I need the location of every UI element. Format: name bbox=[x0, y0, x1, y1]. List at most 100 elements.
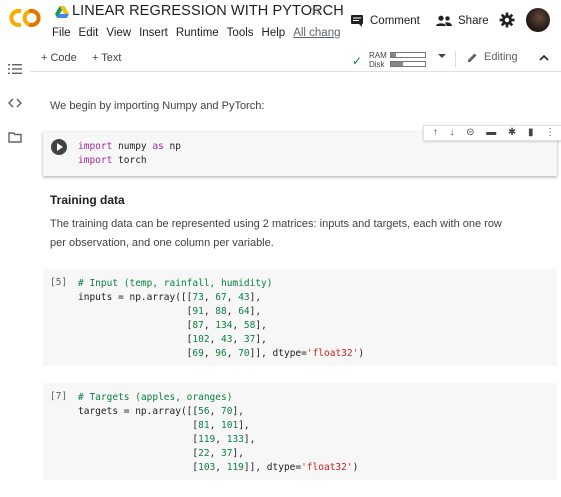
code-number: 101 bbox=[221, 420, 239, 431]
code-keyword: import bbox=[78, 155, 113, 166]
editing-mode-button[interactable]: Editing bbox=[467, 51, 518, 63]
disk-label: Disk bbox=[369, 60, 385, 69]
pencil-icon bbox=[468, 53, 477, 62]
inputs-code-cell[interactable]: [5] # Input (temp, rainfall, humidity) i… bbox=[43, 269, 557, 366]
targets-code-cell[interactable]: [7] # Targets (apples, oranges) targets … bbox=[43, 383, 557, 480]
save-status-link[interactable]: All changes saved bbox=[293, 26, 340, 42]
code-number: 73 bbox=[192, 292, 204, 303]
comment-button[interactable]: Comment bbox=[350, 12, 420, 30]
people-icon bbox=[436, 15, 452, 26]
code-number: 64 bbox=[238, 306, 250, 317]
code-keyword: import bbox=[78, 141, 113, 152]
code-number: 69 bbox=[192, 348, 204, 359]
folder-icon[interactable] bbox=[8, 130, 22, 144]
code-number: 119 bbox=[198, 434, 216, 445]
import-code-cell[interactable]: import numpy as np import torch ↑ ↓ ⊝ ▬ … bbox=[43, 125, 561, 176]
code-comment: # Targets (apples, oranges) bbox=[78, 392, 233, 403]
code-number: 102 bbox=[192, 334, 210, 345]
code-number: 22 bbox=[198, 448, 210, 459]
code-number: 70 bbox=[238, 348, 250, 359]
code-number: 87 bbox=[192, 320, 204, 331]
code-number: 37 bbox=[221, 448, 233, 459]
run-cell-button[interactable] bbox=[51, 139, 67, 155]
training-text-line: The training data can be represented usi… bbox=[50, 218, 502, 230]
code-number: 37 bbox=[243, 334, 256, 345]
code-number: 88 bbox=[215, 306, 227, 317]
code-number: 70 bbox=[221, 406, 233, 417]
code-number: 103 bbox=[198, 462, 216, 473]
code-number: 119 bbox=[226, 462, 244, 473]
star-icon[interactable]: ☆ bbox=[309, 2, 322, 20]
disk-usage-bar bbox=[390, 61, 426, 67]
resources-indicator[interactable]: ✓ RAM Disk bbox=[352, 49, 432, 71]
link-icon[interactable]: ⊝ bbox=[466, 126, 474, 140]
delete-icon[interactable]: ▮ bbox=[528, 126, 534, 140]
editing-label: Editing bbox=[484, 51, 518, 63]
code-number: 43 bbox=[221, 334, 233, 345]
share-label: Share bbox=[458, 15, 489, 27]
code-keyword: as bbox=[152, 141, 164, 152]
notebook-title[interactable]: LINEAR REGRESSION WITH PYTORCH bbox=[72, 3, 344, 19]
menu-insert[interactable]: Insert bbox=[139, 26, 168, 42]
menu-view[interactable]: View bbox=[106, 26, 131, 42]
code-alias: np bbox=[163, 141, 181, 152]
code-number: 134 bbox=[215, 320, 233, 331]
menu-tools[interactable]: Tools bbox=[227, 26, 254, 42]
comment-icon[interactable]: ▬ bbox=[486, 126, 496, 140]
comment-label: Comment bbox=[370, 15, 420, 27]
code-number: 43 bbox=[238, 292, 250, 303]
chevron-up-icon[interactable] bbox=[539, 54, 549, 61]
code-number: 58 bbox=[243, 320, 256, 331]
code-number: 133 bbox=[226, 434, 244, 445]
app-header: LINEAR REGRESSION WITH PYTORCH ☆ File Ed… bbox=[0, 0, 561, 46]
left-rail bbox=[0, 46, 30, 497]
menu-file[interactable]: File bbox=[52, 26, 71, 42]
inputs-code[interactable]: # Input (temp, rainfall, humidity) input… bbox=[78, 277, 364, 361]
check-icon: ✓ bbox=[352, 54, 363, 68]
code-number: 91 bbox=[192, 306, 204, 317]
ram-usage-bar bbox=[390, 52, 426, 58]
execution-count: [7] bbox=[50, 391, 68, 402]
code-number: 81 bbox=[198, 420, 210, 431]
intro-text-cell[interactable]: We begin by importing Numpy and PyTorch: bbox=[50, 97, 264, 116]
targets-code[interactable]: # Targets (apples, oranges) targets = np… bbox=[78, 391, 358, 475]
notebook-toolbar: + Code + Text ✓ RAM Disk Editing bbox=[30, 46, 561, 72]
code-number: 96 bbox=[215, 348, 227, 359]
code-number: 56 bbox=[198, 406, 210, 417]
menu-bar: File Edit View Insert Runtime Tools Help… bbox=[52, 26, 340, 42]
share-button[interactable]: Share bbox=[436, 12, 489, 30]
code-snippets-icon[interactable] bbox=[8, 96, 22, 110]
more-vert-icon[interactable]: ⋮ bbox=[545, 126, 555, 140]
execution-count: [5] bbox=[50, 277, 68, 288]
training-data-heading: Training data bbox=[50, 193, 125, 207]
training-text-line: per observation, and one column per vari… bbox=[50, 237, 274, 249]
colab-logo-icon[interactable] bbox=[8, 7, 42, 29]
code-number: 67 bbox=[215, 292, 227, 303]
gear-icon[interactable]: ✱ bbox=[508, 126, 516, 140]
cell-toolbar: ↑ ↓ ⊝ ▬ ✱ ▮ ⋮ bbox=[423, 125, 561, 141]
code-comment: # Input (temp, rainfall, humidity) bbox=[78, 278, 273, 289]
drive-icon bbox=[55, 6, 69, 18]
move-down-icon[interactable]: ↓ bbox=[450, 126, 455, 140]
gear-icon[interactable] bbox=[499, 12, 515, 28]
add-code-button[interactable]: + Code bbox=[41, 52, 77, 64]
table-of-contents-icon[interactable] bbox=[8, 62, 22, 76]
code-string: 'float32' bbox=[301, 462, 353, 473]
menu-edit[interactable]: Edit bbox=[79, 26, 99, 42]
code-string: 'float32' bbox=[306, 348, 359, 359]
ram-label: RAM bbox=[369, 51, 387, 60]
comment-icon bbox=[351, 15, 363, 27]
add-text-button[interactable]: + Text bbox=[92, 52, 121, 64]
move-up-icon[interactable]: ↑ bbox=[433, 126, 438, 140]
code-module: numpy bbox=[112, 141, 153, 152]
menu-help[interactable]: Help bbox=[262, 26, 286, 42]
training-text-cell[interactable]: The training data can be represented usi… bbox=[50, 215, 502, 253]
menu-runtime[interactable]: Runtime bbox=[176, 26, 219, 42]
import-code[interactable]: import numpy as np import torch bbox=[78, 140, 181, 168]
notebook-body: We begin by importing Numpy and PyTorch:… bbox=[30, 73, 561, 497]
chevron-down-icon[interactable] bbox=[438, 53, 446, 59]
code-module: torch bbox=[112, 155, 147, 166]
intro-text: We begin by importing Numpy and PyTorch: bbox=[50, 100, 265, 112]
user-avatar[interactable] bbox=[526, 8, 550, 32]
toolbar-divider bbox=[455, 51, 456, 67]
